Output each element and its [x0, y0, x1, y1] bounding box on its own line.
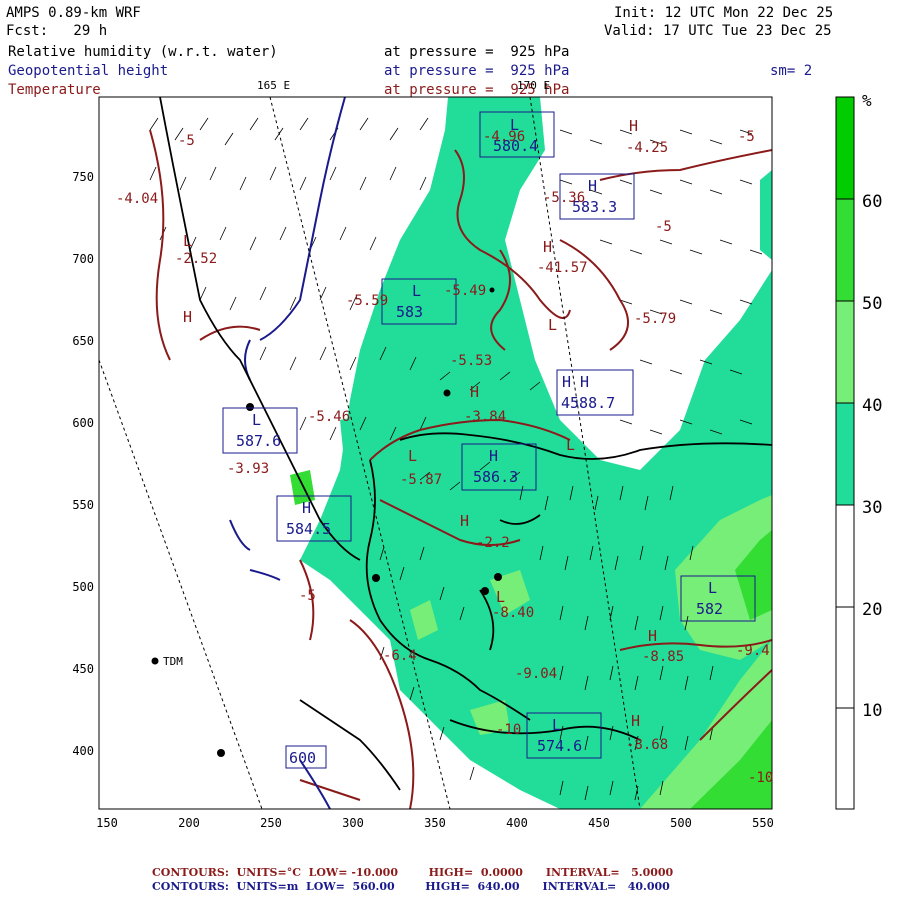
lon-label-165: 165 E	[257, 79, 290, 92]
temp-label: -5	[655, 219, 672, 235]
svg-text:H: H	[648, 627, 657, 645]
x-tick: 200	[178, 816, 200, 830]
svg-text:L: L	[496, 588, 505, 606]
colorbar-swatch	[836, 97, 854, 199]
temp-label: -9.04	[515, 666, 557, 682]
height-value: 587.6	[236, 432, 281, 450]
colorbar-swatch	[836, 403, 854, 505]
temp-label: -5.49	[444, 283, 486, 299]
colorbar-unit: %	[862, 91, 872, 110]
colorbar-tick: 10	[862, 701, 882, 721]
temp-label: -10	[496, 722, 521, 738]
y-axis: 750 700 650 600 550 500 450 400	[72, 170, 94, 758]
height-symbol: H	[489, 447, 498, 465]
x-axis: 150 200 250 300 350 400 450 500 550	[96, 816, 774, 830]
colorbar-swatch	[836, 199, 854, 301]
svg-text:H: H	[629, 117, 638, 135]
temp-label: -8.68	[626, 737, 668, 753]
temp-label: -5.53	[450, 353, 492, 369]
x-tick: 150	[96, 816, 118, 830]
temp-label: -5.36	[543, 190, 585, 206]
x-tick: 250	[260, 816, 282, 830]
svg-text:H: H	[460, 512, 469, 530]
height-box: L 587.6	[222, 407, 298, 454]
x-tick: 450	[588, 816, 610, 830]
svg-text:L: L	[408, 447, 417, 465]
temp-contour-info: CONTOURS: UNITS=°C LOW= -10.000 HIGH= 0.…	[152, 866, 674, 879]
colorbar-tick: 20	[862, 600, 882, 620]
x-tick: 500	[670, 816, 692, 830]
temp-label: -4.25	[626, 140, 668, 156]
temp-label: -10	[748, 770, 773, 786]
height-symbol: L	[412, 282, 421, 300]
y-tick: 650	[72, 334, 94, 348]
colorbar-tick: 50	[862, 294, 882, 314]
y-tick: 400	[72, 744, 94, 758]
height-value: 574.6	[537, 737, 582, 755]
height-box: 600	[285, 745, 327, 769]
x-tick: 550	[752, 816, 774, 830]
svg-text:L: L	[183, 232, 192, 250]
height-symbol: H	[588, 177, 597, 195]
height-contour-info: CONTOURS: UNITS=m LOW= 560.00 HIGH= 640.…	[152, 880, 670, 893]
colorbar-tick: 40	[862, 396, 882, 416]
temp-label: -5	[299, 588, 316, 604]
y-tick: 700	[72, 252, 94, 266]
temp-label: -4.04	[116, 191, 158, 207]
svg-text:H: H	[183, 308, 192, 326]
lon-label-170: 170 E	[517, 79, 550, 92]
svg-text:H: H	[543, 238, 552, 256]
height-symbol: L	[252, 411, 261, 429]
weather-map: TDM 165 E 170 E 150 200 250 300 350 400 …	[72, 79, 882, 830]
colorbar-tick: 30	[862, 498, 882, 518]
x-tick: 300	[342, 816, 364, 830]
height-value: 4588.7	[561, 394, 615, 412]
temp-label: -5.87	[400, 472, 442, 488]
temp-label: -9.4	[736, 643, 770, 659]
y-tick: 750	[72, 170, 94, 184]
temp-label: -5	[738, 129, 755, 145]
temp-label: -41.57	[537, 260, 588, 276]
station-label: TDM	[163, 655, 183, 668]
colorbar-tick: 60	[862, 192, 882, 212]
height-value: 582	[696, 600, 723, 618]
height-value: 600	[289, 749, 316, 767]
temp-label: -2.52	[175, 251, 217, 267]
colorbar-swatch	[836, 505, 854, 809]
temp-label: -8.40	[492, 605, 534, 621]
temp-label: -6.4	[383, 648, 417, 664]
x-tick: 350	[424, 816, 446, 830]
height-value: 583	[396, 303, 423, 321]
height-symbol: H H	[562, 373, 589, 391]
y-tick: 450	[72, 662, 94, 676]
height-box: H H 4588.7	[556, 369, 634, 416]
height-symbol: L	[552, 716, 561, 734]
colorbar-swatch	[836, 301, 854, 403]
temp-label: -5.46	[308, 409, 350, 425]
svg-text:H: H	[631, 712, 640, 730]
svg-text:H: H	[470, 383, 479, 401]
y-tick: 550	[72, 498, 94, 512]
temp-label: -3.93	[227, 461, 269, 477]
svg-text:L: L	[566, 436, 575, 454]
height-symbol: H	[302, 499, 311, 517]
temp-label: -5.79	[634, 311, 676, 327]
temp-label: -8.85	[642, 649, 684, 665]
temp-label: -5.59	[346, 293, 388, 309]
height-symbol: L	[708, 579, 717, 597]
temp-label: -5	[178, 133, 195, 149]
y-tick: 500	[72, 580, 94, 594]
height-value: 586.3	[473, 468, 518, 486]
temp-label: -2.2	[476, 535, 510, 551]
temp-label: -4.96	[483, 129, 525, 145]
temp-label: -3.84	[464, 409, 506, 425]
y-tick: 600	[72, 416, 94, 430]
svg-text:L: L	[548, 316, 557, 334]
x-tick: 400	[506, 816, 528, 830]
rh-colorbar: % 60 50 40 30 20 10	[835, 91, 882, 810]
height-value: 584.5	[286, 520, 331, 538]
